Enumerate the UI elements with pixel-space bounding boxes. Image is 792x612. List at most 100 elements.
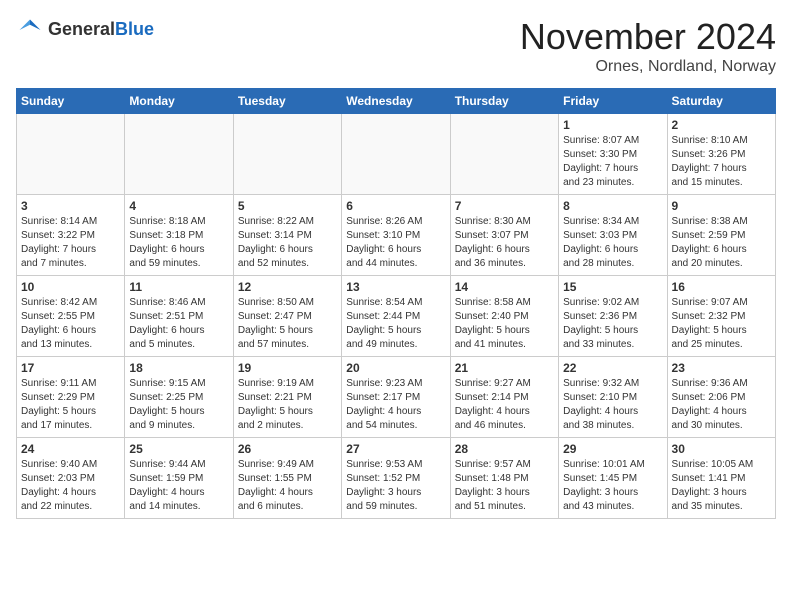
day-number: 2 — [672, 118, 771, 132]
day-number: 7 — [455, 199, 554, 213]
day-info: Sunrise: 9:27 AM Sunset: 2:14 PM Dayligh… — [455, 377, 554, 433]
calendar-cell: 12 Sunrise: 8:50 AM Sunset: 2:47 PM Dayli… — [233, 276, 341, 357]
calendar-cell: 16 Sunrise: 9:07 AM Sunset: 2:32 PM Dayli… — [667, 276, 775, 357]
calendar-cell: 2 Sunrise: 8:10 AM Sunset: 3:26 PM Daylig… — [667, 114, 775, 195]
calendar-cell: 14Sunrise: 8:58 AM Sunset: 2:40 PM Dayli… — [450, 276, 558, 357]
day-number: 17 — [21, 361, 120, 375]
day-info: Sunrise: 9:23 AM Sunset: 2:17 PM Dayligh… — [346, 377, 445, 433]
day-info: Sunrise: 8:58 AM Sunset: 2:40 PM Dayligh… — [455, 296, 554, 352]
day-number: 1 — [563, 118, 662, 132]
calendar-cell: 3 Sunrise: 8:14 AM Sunset: 3:22 PM Daylig… — [17, 195, 125, 276]
calendar-week-row: 1Sunrise: 8:07 AM Sunset: 3:30 PM Daylig… — [17, 114, 776, 195]
day-number: 13 — [346, 280, 445, 294]
day-number: 28 — [455, 442, 554, 456]
calendar-cell: 17Sunrise: 9:11 AM Sunset: 2:29 PM Dayli… — [17, 357, 125, 438]
day-info: Sunrise: 8:30 AM Sunset: 3:07 PM Dayligh… — [455, 215, 554, 271]
calendar-table: SundayMondayTuesdayWednesdayThursdayFrid… — [16, 88, 776, 519]
weekday-header: Saturday — [667, 89, 775, 114]
calendar-cell — [342, 114, 450, 195]
day-info: Sunrise: 9:02 AM Sunset: 2:36 PM Dayligh… — [563, 296, 662, 352]
day-info: Sunrise: 9:19 AM Sunset: 2:21 PM Dayligh… — [238, 377, 337, 433]
day-number: 12 — [238, 280, 337, 294]
day-number: 19 — [238, 361, 337, 375]
day-number: 10 — [21, 280, 120, 294]
day-info: Sunrise: 8:42 AM Sunset: 2:55 PM Dayligh… — [21, 296, 120, 352]
day-number: 21 — [455, 361, 554, 375]
day-info: Sunrise: 8:38 AM Sunset: 2:59 PM Dayligh… — [672, 215, 771, 271]
calendar-cell: 7 Sunrise: 8:30 AM Sunset: 3:07 PM Daylig… — [450, 195, 558, 276]
day-info: Sunrise: 8:18 AM Sunset: 3:18 PM Dayligh… — [129, 215, 228, 271]
calendar-cell: 28 Sunrise: 9:57 AM Sunset: 1:48 PM Dayli… — [450, 438, 558, 519]
day-number: 6 — [346, 199, 445, 213]
calendar-cell: 9Sunrise: 8:38 AM Sunset: 2:59 PM Daylig… — [667, 195, 775, 276]
day-number: 23 — [672, 361, 771, 375]
day-info: Sunrise: 8:46 AM Sunset: 2:51 PM Dayligh… — [129, 296, 228, 352]
weekday-header: Thursday — [450, 89, 558, 114]
day-number: 27 — [346, 442, 445, 456]
calendar-cell: 15 Sunrise: 9:02 AM Sunset: 2:36 PM Dayli… — [559, 276, 667, 357]
calendar-cell: 5 Sunrise: 8:22 AM Sunset: 3:14 PM Daylig… — [233, 195, 341, 276]
weekday-header: Tuesday — [233, 89, 341, 114]
calendar-week-row: 3 Sunrise: 8:14 AM Sunset: 3:22 PM Daylig… — [17, 195, 776, 276]
day-number: 15 — [563, 280, 662, 294]
calendar-cell — [125, 114, 233, 195]
calendar-cell: 23 Sunrise: 9:36 AM Sunset: 2:06 PM Dayli… — [667, 357, 775, 438]
day-number: 22 — [563, 361, 662, 375]
day-info: Sunrise: 9:36 AM Sunset: 2:06 PM Dayligh… — [672, 377, 771, 433]
day-info: Sunrise: 9:15 AM Sunset: 2:25 PM Dayligh… — [129, 377, 228, 433]
calendar-week-row: 17Sunrise: 9:11 AM Sunset: 2:29 PM Dayli… — [17, 357, 776, 438]
calendar-cell: 10 Sunrise: 8:42 AM Sunset: 2:55 PM Dayli… — [17, 276, 125, 357]
day-info: Sunrise: 8:14 AM Sunset: 3:22 PM Dayligh… — [21, 215, 120, 271]
day-info: Sunrise: 9:44 AM Sunset: 1:59 PM Dayligh… — [129, 458, 228, 514]
calendar-cell — [450, 114, 558, 195]
calendar-week-row: 10 Sunrise: 8:42 AM Sunset: 2:55 PM Dayli… — [17, 276, 776, 357]
day-number: 20 — [346, 361, 445, 375]
calendar-cell: 11 Sunrise: 8:46 AM Sunset: 2:51 PM Dayli… — [125, 276, 233, 357]
weekday-header: Sunday — [17, 89, 125, 114]
day-number: 3 — [21, 199, 120, 213]
day-info: Sunrise: 9:49 AM Sunset: 1:55 PM Dayligh… — [238, 458, 337, 514]
calendar-cell: 8Sunrise: 8:34 AM Sunset: 3:03 PM Daylig… — [559, 195, 667, 276]
day-number: 24 — [21, 442, 120, 456]
day-info: Sunrise: 9:57 AM Sunset: 1:48 PM Dayligh… — [455, 458, 554, 514]
logo-general: General — [48, 19, 115, 39]
weekday-header: Monday — [125, 89, 233, 114]
day-number: 16 — [672, 280, 771, 294]
calendar-cell: 13 Sunrise: 8:54 AM Sunset: 2:44 PM Dayli… — [342, 276, 450, 357]
day-info: Sunrise: 10:01 AM Sunset: 1:45 PM Daylig… — [563, 458, 662, 514]
day-info: Sunrise: 9:32 AM Sunset: 2:10 PM Dayligh… — [563, 377, 662, 433]
calendar-cell: 4Sunrise: 8:18 AM Sunset: 3:18 PM Daylig… — [125, 195, 233, 276]
calendar-cell: 26Sunrise: 9:49 AM Sunset: 1:55 PM Dayli… — [233, 438, 341, 519]
calendar-cell: 22 Sunrise: 9:32 AM Sunset: 2:10 PM Dayli… — [559, 357, 667, 438]
weekday-header-row: SundayMondayTuesdayWednesdayThursdayFrid… — [17, 89, 776, 114]
calendar-cell: 29 Sunrise: 10:01 AM Sunset: 1:45 PM Dayl… — [559, 438, 667, 519]
calendar-cell: 1Sunrise: 8:07 AM Sunset: 3:30 PM Daylig… — [559, 114, 667, 195]
logo-icon — [16, 16, 44, 44]
calendar-cell: 20 Sunrise: 9:23 AM Sunset: 2:17 PM Dayli… — [342, 357, 450, 438]
day-info: Sunrise: 9:40 AM Sunset: 2:03 PM Dayligh… — [21, 458, 120, 514]
day-number: 5 — [238, 199, 337, 213]
calendar-cell — [17, 114, 125, 195]
day-number: 11 — [129, 280, 228, 294]
logo-blue: Blue — [115, 19, 154, 39]
day-info: Sunrise: 9:53 AM Sunset: 1:52 PM Dayligh… — [346, 458, 445, 514]
day-number: 29 — [563, 442, 662, 456]
calendar-week-row: 24 Sunrise: 9:40 AM Sunset: 2:03 PM Dayli… — [17, 438, 776, 519]
day-info: Sunrise: 10:05 AM Sunset: 1:41 PM Daylig… — [672, 458, 771, 514]
weekday-header: Friday — [559, 89, 667, 114]
calendar-cell: 25Sunrise: 9:44 AM Sunset: 1:59 PM Dayli… — [125, 438, 233, 519]
logo: GeneralBlue — [16, 16, 154, 44]
calendar-cell: 30Sunrise: 10:05 AM Sunset: 1:41 PM Dayl… — [667, 438, 775, 519]
day-info: Sunrise: 8:50 AM Sunset: 2:47 PM Dayligh… — [238, 296, 337, 352]
day-number: 8 — [563, 199, 662, 213]
calendar-cell: 27 Sunrise: 9:53 AM Sunset: 1:52 PM Dayli… — [342, 438, 450, 519]
calendar-cell — [233, 114, 341, 195]
day-info: Sunrise: 8:22 AM Sunset: 3:14 PM Dayligh… — [238, 215, 337, 271]
calendar-cell: 18Sunrise: 9:15 AM Sunset: 2:25 PM Dayli… — [125, 357, 233, 438]
calendar-cell: 19 Sunrise: 9:19 AM Sunset: 2:21 PM Dayli… — [233, 357, 341, 438]
day-info: Sunrise: 8:10 AM Sunset: 3:26 PM Dayligh… — [672, 134, 771, 190]
day-info: Sunrise: 9:07 AM Sunset: 2:32 PM Dayligh… — [672, 296, 771, 352]
weekday-header: Wednesday — [342, 89, 450, 114]
day-info: Sunrise: 8:54 AM Sunset: 2:44 PM Dayligh… — [346, 296, 445, 352]
calendar-cell: 6Sunrise: 8:26 AM Sunset: 3:10 PM Daylig… — [342, 195, 450, 276]
